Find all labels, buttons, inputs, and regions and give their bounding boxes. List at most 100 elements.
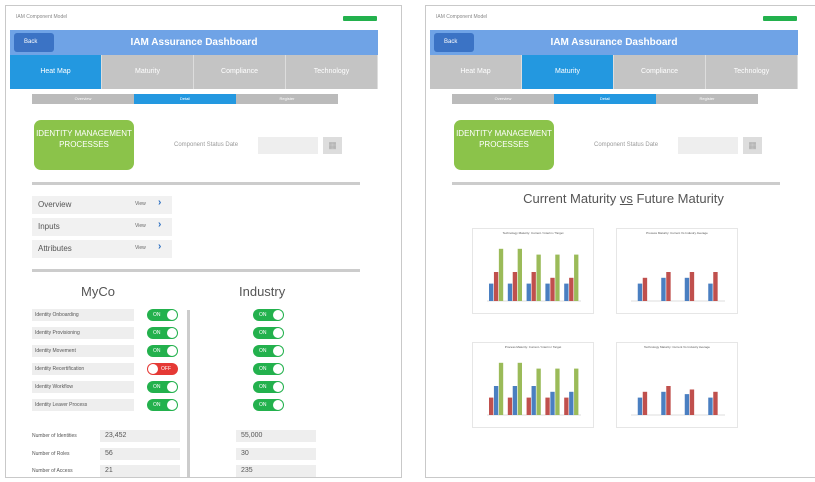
chart-bar (489, 397, 494, 415)
chart-bar (526, 397, 531, 415)
chart-bar (661, 277, 666, 301)
chart-bar (689, 389, 695, 415)
chart-bar (550, 391, 555, 415)
chart-process-vs-industry: Process Maturity: Current Vs Industry Av… (616, 228, 738, 314)
myco-toggle[interactable]: ON (147, 345, 178, 357)
tab-technology[interactable]: Technology (706, 55, 798, 89)
status-bar: IAM Component Model (436, 14, 488, 20)
column-divider (187, 310, 190, 477)
subtab-overview[interactable]: Overview (32, 94, 134, 104)
calendar-icon[interactable]: ▦ (743, 137, 762, 154)
sub-tabs: Overview Detail Register (32, 94, 338, 104)
maturity-panel: IAM Component Model Back IAM Assurance D… (425, 5, 815, 478)
myco-toggle[interactable]: OFF (147, 363, 178, 375)
tab-heat-map[interactable]: Heat Map (10, 55, 102, 89)
industry-toggle[interactable]: ON (253, 399, 284, 411)
chart-bar (550, 277, 555, 301)
subtab-detail[interactable]: Detail (554, 94, 656, 104)
process-box: IDENTITY MANAGEMENT PROCESSES (34, 120, 134, 170)
industry-toggle[interactable]: ON (253, 309, 284, 321)
tab-maturity[interactable]: Maturity (102, 55, 194, 89)
subtab-detail[interactable]: Detail (134, 94, 236, 104)
status-date-field[interactable] (258, 137, 318, 154)
industry-toggle[interactable]: ON (253, 327, 284, 339)
view-link[interactable]: View (135, 223, 146, 229)
chart-bar (531, 272, 536, 301)
subtab-overview[interactable]: Overview (452, 94, 554, 104)
number-label: Number of Roles (32, 451, 70, 457)
page-title: IAM Assurance Dashboard (130, 37, 258, 48)
chart-bar (555, 368, 560, 415)
chart-bar (713, 272, 718, 301)
number-label: Number of Access (32, 468, 73, 474)
link-row-attributes[interactable]: Attributes View › (32, 240, 172, 258)
industry-toggle[interactable]: ON (253, 345, 284, 357)
chevron-right-icon: › (158, 241, 162, 252)
view-link[interactable]: View (135, 245, 146, 251)
chevron-right-icon: › (158, 219, 162, 230)
back-button[interactable]: Back (434, 33, 474, 52)
divider (32, 182, 360, 185)
myco-toggle[interactable]: ON (147, 399, 178, 411)
industry-toggle[interactable]: ON (253, 381, 284, 393)
chart-bar (489, 283, 494, 301)
industry-toggle[interactable]: ON (253, 363, 284, 375)
view-link[interactable]: View (135, 201, 146, 207)
chart-tech-vs-industry: Technology Maturity: Current Vs Industry… (616, 342, 738, 428)
tab-compliance[interactable]: Compliance (614, 55, 706, 89)
chart-bar (507, 283, 513, 301)
item-label: Identity Recertification (32, 363, 134, 375)
app-header: Back IAM Assurance Dashboard (430, 30, 798, 55)
tab-compliance[interactable]: Compliance (194, 55, 286, 89)
item-label: Identity Movement (32, 345, 134, 357)
chart-bar (569, 391, 574, 415)
myco-toggle[interactable]: ON (147, 309, 178, 321)
chart-bar (507, 397, 513, 415)
myco-toggle[interactable]: ON (147, 327, 178, 339)
subtab-register[interactable]: Register (656, 94, 758, 104)
link-label: Inputs (38, 222, 60, 231)
chart-bar (661, 391, 666, 415)
subtab-register[interactable]: Register (236, 94, 338, 104)
chart-svg (631, 272, 725, 302)
chart-svg (487, 248, 581, 302)
industry-value: 55,000 (236, 430, 316, 442)
chart-bar (666, 386, 671, 415)
tab-technology[interactable]: Technology (286, 55, 378, 89)
chart-bar (689, 272, 695, 301)
chart-process-maturity: Process Maturity: Current / Interim / Ta… (472, 342, 594, 428)
industry-value: 235 (236, 465, 316, 477)
main-tabs: Heat Map Maturity Compliance Technology (430, 55, 798, 89)
myco-value: 21 (100, 465, 180, 477)
link-row-inputs[interactable]: Inputs View › (32, 218, 172, 236)
chart-bar (526, 283, 531, 301)
myco-toggle[interactable]: ON (147, 381, 178, 393)
chart-bar (517, 248, 522, 301)
link-row-overview[interactable]: Overview View › (32, 196, 172, 214)
status-date-label: Component Status Date (594, 142, 659, 148)
chart-bar (498, 248, 504, 301)
industry-heading: Industry (239, 284, 286, 299)
chart-svg (487, 362, 581, 416)
chart-bar (564, 397, 569, 415)
chart-bar (666, 272, 671, 301)
tab-heat-map[interactable]: Heat Map (430, 55, 522, 89)
calendar-icon[interactable]: ▦ (323, 137, 342, 154)
back-button[interactable]: Back (14, 33, 54, 52)
status-bar: IAM Component Model (16, 14, 68, 20)
status-date-label: Component Status Date (174, 142, 239, 148)
maturity-heading: Current Maturity vs Future Maturity (523, 191, 724, 206)
chart-bar (637, 397, 643, 415)
chart-bar (493, 386, 499, 415)
process-box: IDENTITY MANAGEMENT PROCESSES (454, 120, 554, 170)
tab-maturity[interactable]: Maturity (522, 55, 614, 89)
link-label: Attributes (38, 244, 72, 253)
chart-bar (545, 397, 550, 415)
heat-map-panel: IAM Component Model Back IAM Assurance D… (5, 5, 402, 478)
chart-bar (536, 368, 541, 415)
status-date-field[interactable] (678, 137, 738, 154)
divider (32, 269, 360, 272)
page-title: IAM Assurance Dashboard (550, 37, 678, 48)
battery-icon (763, 16, 797, 21)
chart-bar (512, 386, 518, 415)
